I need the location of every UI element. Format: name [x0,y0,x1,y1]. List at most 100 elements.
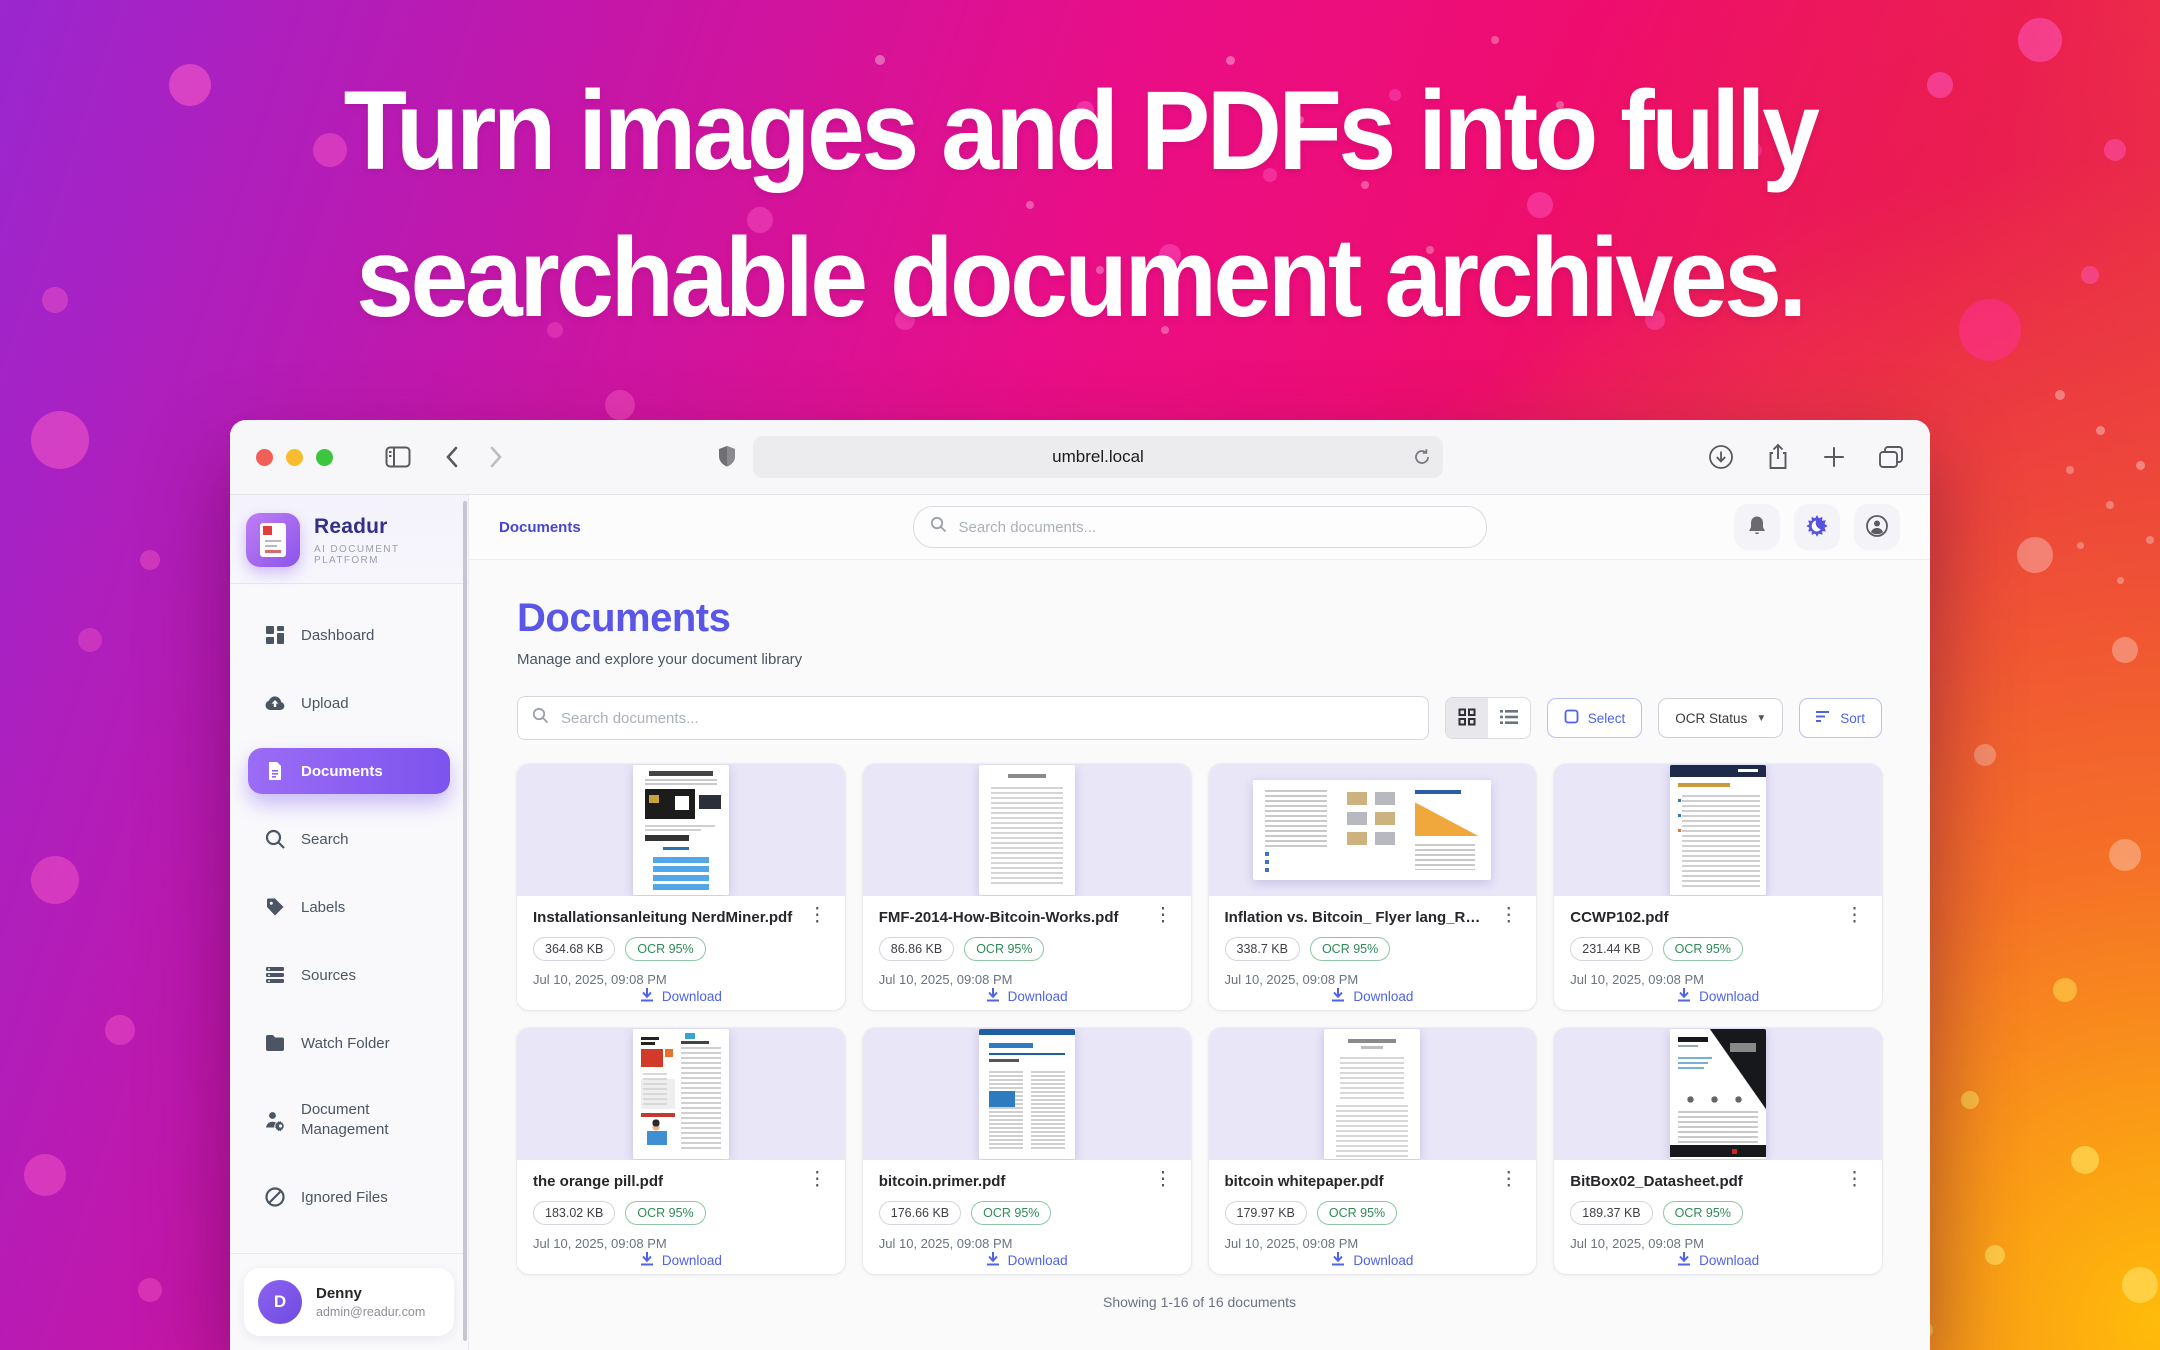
close-window-button[interactable] [256,449,273,466]
document-menu-button[interactable]: ⋮ [1497,1173,1520,1187]
list-view-button[interactable] [1488,698,1530,738]
download-link[interactable]: Download [879,1251,1175,1269]
sidebar-item-labels[interactable]: Labels [248,884,450,930]
decorative-dot [2122,1267,2158,1303]
list-view-icon [1500,709,1518,728]
forward-icon[interactable] [489,446,503,468]
search-icon [532,707,549,729]
sort-button[interactable]: Sort [1799,698,1882,738]
downloads-icon[interactable] [1708,444,1734,470]
sidebar-item-label: Dashboard [301,627,374,644]
document-filename: bitcoin whitepaper.pdf [1225,1173,1490,1190]
document-date: Jul 10, 2025, 09:08 PM [879,1236,1175,1251]
decorative-dot [2053,978,2077,1002]
documents-search[interactable] [517,696,1429,740]
sidebar-item-label: Upload [301,695,349,712]
select-button[interactable]: Select [1547,698,1643,738]
document-menu-button[interactable]: ⋮ [1497,909,1520,923]
grid-view-button[interactable] [1446,698,1488,738]
document-card[interactable]: bitcoin whitepaper.pdf ⋮ 179.97 KB OCR 9… [1209,1028,1537,1274]
decorative-dot [2106,501,2114,509]
download-link[interactable]: Download [1570,987,1866,1005]
download-link[interactable]: Download [1225,987,1521,1005]
sort-icon [1816,710,1831,726]
account-button[interactable] [1854,504,1900,550]
minimize-window-button[interactable] [286,449,303,466]
document-filename: bitcoin.primer.pdf [879,1173,1144,1190]
sidebar-nav: Dashboard Upload Documents Search Labels Sour… [230,584,468,1253]
document-card[interactable]: BitBox02_Datasheet.pdf ⋮ 189.37 KB OCR 9… [1554,1028,1882,1274]
sidebar-item-upload[interactable]: Upload [248,680,450,726]
share-icon[interactable] [1766,443,1790,471]
file-size-badge: 176.66 KB [879,1201,961,1225]
download-link[interactable]: Download [1570,1251,1866,1269]
decorative-dot [2071,1146,2099,1174]
download-link[interactable]: Download [879,987,1175,1005]
document-menu-button[interactable]: ⋮ [1152,909,1175,923]
sidebar-toggle-icon[interactable] [385,446,411,468]
ocr-status-dropdown[interactable]: OCR Status ▼ [1658,698,1783,738]
document-thumbnail [1554,764,1882,896]
traffic-lights [256,449,333,466]
address-bar[interactable]: umbrel.local [753,436,1443,478]
document-menu-button[interactable]: ⋮ [1152,1173,1175,1187]
ocr-status-badge: OCR 95% [625,1201,705,1225]
document-menu-button[interactable]: ⋮ [806,909,829,923]
documents-search-input[interactable] [559,709,1414,728]
decorative-dot [2146,536,2154,544]
document-menu-button[interactable]: ⋮ [806,1173,829,1187]
decorative-dot [2112,637,2138,663]
document-card[interactable]: bitcoin.primer.pdf ⋮ 176.66 KB OCR 95% J… [863,1028,1191,1274]
document-filename: Installationsanleitung NerdMiner.pdf [533,909,798,926]
document-menu-button[interactable]: ⋮ [1843,1173,1866,1187]
global-search[interactable] [913,506,1487,548]
zoom-window-button[interactable] [316,449,333,466]
notifications-button[interactable] [1734,504,1780,550]
ocr-status-badge: OCR 95% [1663,937,1743,961]
new-tab-icon[interactable] [1822,445,1846,469]
download-link[interactable]: Download [533,987,829,1005]
ocr-status-badge: OCR 95% [971,1201,1051,1225]
back-icon[interactable] [445,446,459,468]
download-link[interactable]: Download [1225,1251,1521,1269]
ocr-status-badge: OCR 95% [964,937,1044,961]
sidebar-item-label: Document Management [301,1100,389,1140]
tab-overview-icon[interactable] [1878,445,1904,469]
user-card[interactable]: D Denny admin@readur.com [244,1268,454,1336]
sidebar-item-ignored-files[interactable]: Ignored Files [248,1174,450,1220]
document-card[interactable]: CCWP102.pdf ⋮ 231.44 KB OCR 95% Jul 10, … [1554,764,1882,1010]
sidebar-item-documents[interactable]: Documents [248,748,450,794]
breadcrumb[interactable]: Documents [499,519,581,536]
readur-logo-icon [246,513,300,567]
shield-icon[interactable] [717,445,737,469]
document-thumbnail [517,1028,845,1160]
document-icon [264,760,286,782]
app-header: Documents [469,495,1930,560]
document-filename: BitBox02_Datasheet.pdf [1570,1173,1835,1190]
theme-toggle-button[interactable] [1794,504,1840,550]
global-search-input[interactable] [957,518,1470,537]
sidebar-item-sources[interactable]: Sources [248,952,450,998]
sidebar-item-dashboard[interactable]: Dashboard [248,612,450,658]
download-link[interactable]: Download [533,1251,829,1269]
document-card[interactable]: FMF-2014-How-Bitcoin-Works.pdf ⋮ 86.86 K… [863,764,1191,1010]
label-icon [264,896,286,918]
file-size-badge: 183.02 KB [533,1201,615,1225]
document-card[interactable]: the orange pill.pdf ⋮ 183.02 KB OCR 95% … [517,1028,845,1274]
decorative-dot [138,1278,162,1302]
hero-line-2: searchable document archives. [0,205,2160,352]
brand: Readur AI DOCUMENT PLATFORM [230,495,468,584]
document-menu-button[interactable]: ⋮ [1843,909,1866,923]
sidebar-item-document-management[interactable]: Document Management [248,1088,450,1152]
document-filename: Inflation vs. Bitcoin_ Flyer lang_RGB.pd… [1225,909,1490,926]
document-card[interactable]: Inflation vs. Bitcoin_ Flyer lang_RGB.pd… [1209,764,1537,1010]
document-thumbnail [863,1028,1191,1160]
sidebar-item-search[interactable]: Search [248,816,450,862]
sidebar-scrollbar[interactable] [463,501,467,1341]
reload-icon[interactable] [1413,448,1431,466]
sidebar-item-watch-folder[interactable]: Watch Folder [248,1020,450,1066]
decorative-dot [2117,577,2124,584]
search-icon [930,516,947,538]
download-icon [986,1251,1000,1269]
document-card[interactable]: Installationsanleitung NerdMiner.pdf ⋮ 3… [517,764,845,1010]
